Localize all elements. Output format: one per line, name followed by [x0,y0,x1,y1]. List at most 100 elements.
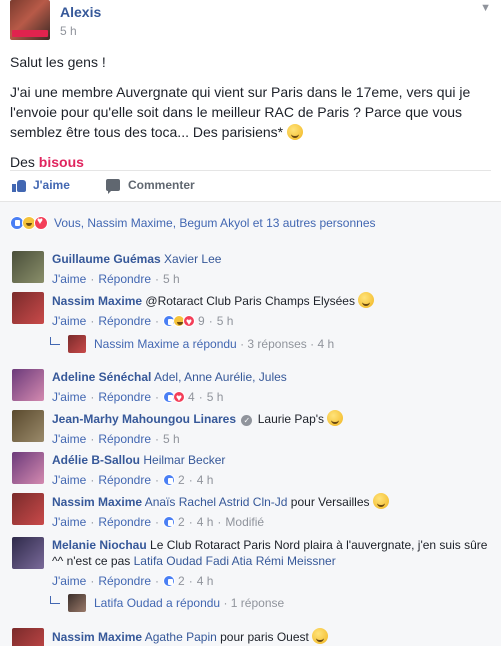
comment-time[interactable]: 4 h [197,514,214,530]
comment-text: Laurie Pap's [257,412,325,426]
reaction-count: 2 [178,473,185,487]
comment-time[interactable]: 4 h [197,472,214,488]
reply-summary[interactable]: Latifa Oudad a répondu · 1 réponse [50,594,284,612]
separator: · [240,337,245,351]
reactions-row[interactable]: Vous, Nassim Maxime, Begum Akyol et 13 a… [10,216,376,230]
commenter-avatar[interactable] [12,292,44,324]
comment-tag[interactable]: Anaïs Rachel Astrid Cln-Jd [145,495,288,509]
comment-like-link[interactable]: J'aime [52,389,86,405]
separator: · [217,515,222,529]
comment-like-link[interactable]: J'aime [52,313,86,329]
love-reaction-icon [183,315,196,331]
comment-tag[interactable]: Heilmar Becker [143,453,225,467]
comment-reply-link[interactable]: Répondre [98,472,151,488]
comment-time[interactable]: 5 h [207,389,224,405]
edited-label[interactable]: Modifié [225,514,264,530]
like-label: J'aime [33,178,70,192]
reply-arrow-icon [50,337,60,345]
verified-badge-icon: ✓ [241,415,253,426]
comment-button[interactable]: Commenter [106,178,501,194]
comment-like-link[interactable]: J'aime [52,431,86,447]
commenter-avatar[interactable] [12,628,44,646]
post-author[interactable]: Alexis [60,4,101,20]
comment-tag[interactable]: Adel, Anne Aurélie, Jules [154,370,287,384]
commenter-avatar[interactable] [12,493,44,525]
reply-count[interactable]: 3 réponses [247,337,306,351]
separator: · [90,432,95,446]
post-line-greeting: Salut les gens ! [10,54,106,70]
wink-emoji-icon [312,628,329,644]
like-button[interactable]: J'aime [12,178,70,192]
comment-author[interactable]: Adélie B-Sallou [52,453,140,467]
comment-like-link[interactable]: J'aime [52,472,86,488]
post-header: Alexis 5 h ▼ [10,0,491,40]
comment-time[interactable]: 5 h [217,313,234,329]
separator: · [208,314,213,328]
wink-emoji-icon [372,493,389,509]
comment-author[interactable]: Jean-Marhy Mahoungou Linares [52,412,236,426]
comment-author[interactable]: Nassim Maxime [52,294,142,308]
comment-reply-link[interactable]: Répondre [98,431,151,447]
comment-like-link[interactable]: J'aime [52,573,86,589]
comment-reply-link[interactable]: Répondre [98,573,151,589]
reply-summary[interactable]: Nassim Maxime a répondu · 3 réponses · 4… [50,335,334,353]
comment-tag[interactable]: Latifa Oudad Fadi Atia Rémi Meissner [134,554,336,568]
comment-like-link[interactable]: J'aime [52,514,86,530]
comment-author[interactable]: Nassim Maxime [52,495,142,509]
post-timestamp[interactable]: 5 h [60,24,77,38]
post-line-message: J'ai une membre Auvergnate qui vient sur… [10,82,491,142]
separator: · [90,574,95,588]
separator: · [155,432,160,446]
commenter-avatar[interactable] [12,537,44,569]
reply-count[interactable]: 1 réponse [231,596,284,610]
comment-reply-link[interactable]: Répondre [98,514,151,530]
comment-reactions[interactable]: 2 [163,573,185,589]
love-reaction-icon [173,391,186,407]
reactions-text[interactable]: Vous, Nassim Maxime, Begum Akyol et 13 a… [54,216,376,230]
reply-author-text[interactable]: Latifa Oudad a répondu [94,596,220,610]
comment-author[interactable]: Adeline Sénéchal [52,370,151,384]
commenter-avatar[interactable] [12,452,44,484]
comment-reactions[interactable]: 2 [163,514,185,530]
separator: · [155,314,160,328]
commenter-avatar[interactable] [12,410,44,442]
author-avatar[interactable] [10,0,50,40]
reaction-count: 2 [178,574,185,588]
post-line-signoff: Des bisous [10,152,491,172]
comment-time[interactable]: 5 h [163,271,180,287]
commenter-avatar[interactable] [12,369,44,401]
separator: · [90,314,95,328]
separator: · [155,272,160,286]
comment-author[interactable]: Melanie Niochau [52,538,147,552]
comment-reactions[interactable]: 4 [163,389,195,407]
comment-time[interactable]: 5 h [163,431,180,447]
reply-arrow-icon [50,596,60,604]
separator: · [198,390,203,404]
comment-icon [106,179,120,194]
reaction-count: 2 [178,515,185,529]
comment-time[interactable]: 4 h [197,573,214,589]
comment-reply-link[interactable]: Répondre [98,389,151,405]
comment-author[interactable]: Nassim Maxime [52,630,142,644]
chevron-down-icon[interactable]: ▼ [480,2,491,14]
separator: · [155,473,160,487]
wink-emoji-icon [287,124,304,140]
separator: · [188,515,193,529]
thumbs-up-icon [12,179,26,192]
comment-tag[interactable]: Agathe Papin [145,630,217,644]
separator: · [155,515,160,529]
comment-reactions[interactable]: 2 [163,472,185,488]
comment-like-link[interactable]: J'aime [52,271,86,287]
signoff-word: bisous [38,154,84,170]
post-message-text: J'ai une membre Auvergnate qui vient sur… [10,84,471,140]
comment-reactions[interactable]: 9 [163,313,205,331]
comment-author[interactable]: Guillaume Guémas [52,252,161,266]
separator: · [188,574,193,588]
like-reaction-icon [163,575,176,587]
comment-reply-link[interactable]: Répondre [98,271,151,287]
reply-author-text[interactable]: Nassim Maxime a répondu [94,337,237,351]
separator: · [223,596,228,610]
commenter-avatar[interactable] [12,251,44,283]
comment-reply-link[interactable]: Répondre [98,313,151,329]
comment-tag[interactable]: Xavier Lee [164,252,221,266]
